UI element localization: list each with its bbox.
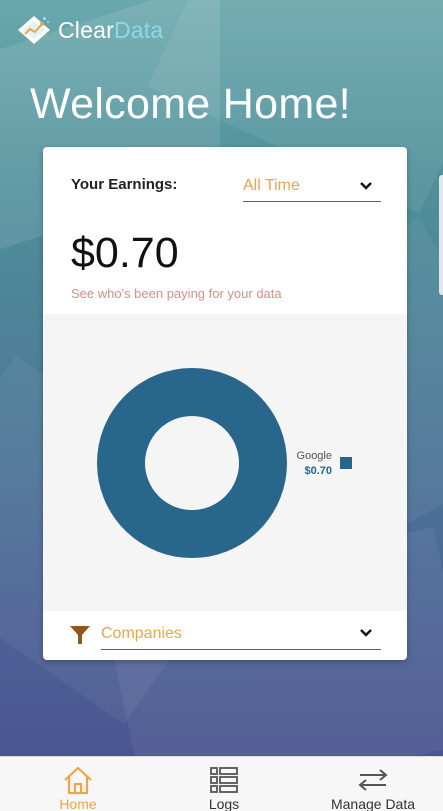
nav-home[interactable]: Home xyxy=(18,757,138,811)
page-title: Welcome Home! xyxy=(30,80,351,128)
filter-row: Companies xyxy=(43,611,407,660)
period-select-value: All Time xyxy=(243,177,300,194)
brand-name-part1: Clear xyxy=(58,16,114,43)
legend-swatch xyxy=(340,457,352,469)
donut-chart: Google $0.70 xyxy=(97,368,352,558)
earnings-amount: $0.70 xyxy=(71,229,179,277)
edge-drawer-handle[interactable] xyxy=(439,175,443,295)
nav-manage-data[interactable]: Manage Data xyxy=(313,757,433,811)
app-logo: ClearData xyxy=(16,14,163,46)
brand-name-part2: Data xyxy=(113,16,164,43)
bottom-nav: Home Logs Manage Data xyxy=(0,756,443,811)
payers-link[interactable]: See who's been paying for your data xyxy=(71,286,282,301)
brand-name: ClearData xyxy=(58,17,163,44)
logo-icon xyxy=(18,16,50,44)
home-icon xyxy=(64,766,92,795)
filter-select-value: Companies xyxy=(101,624,182,642)
nav-label-logs: Logs xyxy=(208,796,240,811)
legend-label: Google xyxy=(297,450,332,462)
nav-label-manage-data: Manage Data xyxy=(330,796,416,811)
legend-value: $0.70 xyxy=(304,465,332,477)
nav-label-home: Home xyxy=(59,796,97,811)
filter-select[interactable]: Companies xyxy=(101,618,381,650)
period-select[interactable]: All Time xyxy=(243,171,381,202)
earnings-card: Your Earnings: All Time $0.70 See who's … xyxy=(43,147,407,660)
list-icon xyxy=(210,767,238,793)
swap-arrows-icon xyxy=(358,769,388,791)
chevron-down-icon xyxy=(360,182,372,190)
donut-slice-google[interactable] xyxy=(97,368,287,558)
funnel-icon xyxy=(70,626,90,644)
earnings-chart: Google $0.70 xyxy=(43,314,407,611)
nav-logs[interactable]: Logs xyxy=(164,757,284,811)
earnings-label: Your Earnings: xyxy=(71,176,178,193)
chevron-down-icon xyxy=(360,629,372,637)
